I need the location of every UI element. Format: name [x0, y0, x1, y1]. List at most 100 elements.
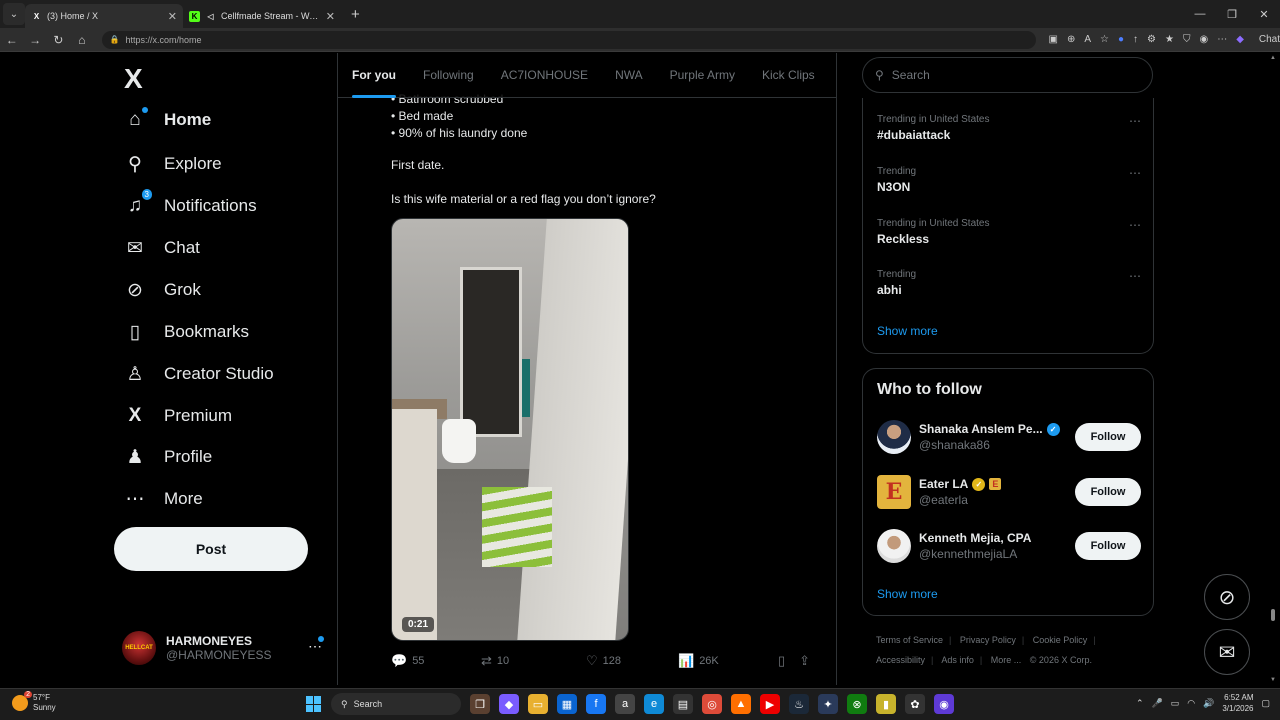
page-scrollbar[interactable]: ▲ ▼ — [1270, 53, 1276, 685]
footer-link[interactable]: Cookie Policy — [1033, 635, 1088, 645]
app-icon[interactable]: ✦ — [818, 694, 838, 714]
sidebar-item-notifications[interactable]: ♫ 3 Notifications — [124, 189, 257, 217]
bookmark-button[interactable]: ▯ — [778, 653, 785, 669]
extensions-icon[interactable]: ⚙ — [1147, 34, 1156, 45]
taskbar-search[interactable]: ⚲ Search — [331, 693, 461, 715]
close-window-icon[interactable]: ✕ — [1248, 8, 1280, 21]
sidebar-item-more[interactable]: ⋯ More — [124, 488, 203, 510]
sidebar-item-home[interactable]: ⌂ Home — [124, 107, 211, 131]
volume-icon[interactable]: 🔊 — [1203, 698, 1214, 709]
copilot-chat-label[interactable]: Chat — [1259, 34, 1280, 45]
trend-item[interactable]: Trending N3ON ⋯ — [877, 166, 1141, 194]
repost-button[interactable]: ⇄ 10 — [481, 653, 586, 669]
xbox-icon[interactable]: ⊗ — [847, 694, 867, 714]
chrome-icon[interactable]: ◎ — [702, 694, 722, 714]
close-tab-icon[interactable]: ✕ — [326, 10, 335, 23]
sidebar-item-grok[interactable]: ⊘ Grok — [124, 279, 201, 301]
shield-icon[interactable]: ⛉ — [1183, 34, 1191, 45]
tab-ac7ionhouse[interactable]: AC7IONHOUSE — [501, 53, 588, 98]
footer-link[interactable]: More ... — [991, 655, 1022, 665]
copilot-icon[interactable]: ◆ — [1236, 34, 1244, 45]
sidebar-item-creator-studio[interactable]: ♙ Creator Studio — [124, 363, 273, 385]
scroll-thumb[interactable] — [1271, 609, 1275, 621]
browser-tab-x-home[interactable]: X (3) Home / X ✕ — [25, 4, 183, 28]
tab-following[interactable]: Following — [423, 53, 474, 98]
trend-item[interactable]: Trending in United States Reckless ⋯ — [877, 218, 1141, 246]
post-button[interactable]: Post — [114, 527, 308, 571]
footer-link[interactable]: Ads info — [941, 655, 974, 665]
notes-icon[interactable]: ▮ — [876, 694, 896, 714]
reply-button[interactable]: 💬 55 — [391, 653, 481, 669]
read-aloud-icon[interactable]: A — [1084, 34, 1091, 45]
favorite-star-icon[interactable]: ☆ — [1100, 34, 1109, 45]
tab-purple-army[interactable]: Purple Army — [670, 53, 735, 98]
calculator-icon[interactable]: ▤ — [673, 694, 693, 714]
tab-actions-button[interactable]: ⌄ — [3, 3, 25, 25]
more-dots-icon[interactable]: ⋯ — [1129, 166, 1141, 180]
zoom-icon[interactable]: ⊕ — [1067, 34, 1075, 45]
tab-nwa[interactable]: NWA — [615, 53, 643, 98]
scroll-up-icon[interactable]: ▲ — [1270, 55, 1276, 61]
views-button[interactable]: 📊 26K — [678, 653, 778, 669]
windows-start-icon[interactable] — [306, 696, 322, 712]
close-tab-icon[interactable]: ✕ — [168, 10, 177, 23]
clock[interactable]: 6:52 AM 3/1/2026 — [1222, 692, 1253, 714]
steam-icon[interactable]: ♨ — [789, 694, 809, 714]
profile-icon[interactable]: ◉ — [1199, 34, 1208, 45]
trend-item[interactable]: Trending in United States #dubaiattack ⋯ — [877, 114, 1141, 142]
trend-item[interactable]: Trending abhi ⋯ — [877, 269, 1141, 297]
account-switcher[interactable]: HELLCAT HARMONEYES @HARMONEYESS ⋯ — [122, 628, 332, 668]
x-logo-icon[interactable]: X — [124, 63, 143, 95]
edge-icon[interactable]: e — [644, 694, 664, 714]
more-dots-icon[interactable]: ⋯ — [1129, 218, 1141, 232]
more-dots-icon[interactable]: ⋯ — [308, 638, 322, 655]
obs-icon[interactable]: ◉ — [934, 694, 954, 714]
refresh-icon[interactable]: ↻ — [47, 33, 70, 47]
home-browser-icon[interactable]: ⌂ — [70, 33, 93, 47]
extension-icon[interactable]: ● — [1118, 34, 1124, 45]
more-dots-icon[interactable]: ⋯ — [1129, 114, 1141, 128]
sidebar-item-explore[interactable]: ⚲ Explore — [124, 153, 222, 175]
scroll-down-icon[interactable]: ▼ — [1270, 677, 1276, 683]
youtube-icon[interactable]: ▶ — [760, 694, 780, 714]
speaker-icon[interactable]: ◁ — [205, 11, 216, 22]
browser-tab-kick[interactable]: K ◁ Cellfmade Stream - Watch Live ✕ — [183, 4, 341, 28]
footer-link[interactable]: Accessibility — [876, 655, 925, 665]
store-icon[interactable]: ▦ — [557, 694, 577, 714]
wifi-icon[interactable]: ◠ — [1187, 698, 1195, 709]
minimize-icon[interactable]: — — [1184, 8, 1216, 20]
share-button[interactable]: ⇪ — [799, 653, 810, 669]
favorites-icon[interactable]: ★ — [1165, 34, 1174, 45]
notifications-tray-icon[interactable]: ▢ — [1261, 698, 1270, 709]
sidebar-item-bookmarks[interactable]: ▯ Bookmarks — [124, 321, 249, 343]
like-button[interactable]: ♡ 128 — [586, 653, 678, 669]
follow-show-more-link[interactable]: Show more — [877, 587, 938, 601]
footer-link[interactable]: Privacy Policy — [960, 635, 1016, 645]
trends-show-more-link[interactable]: Show more — [877, 324, 938, 338]
follow-button[interactable]: Follow — [1075, 532, 1141, 560]
footer-link[interactable]: Terms of Service — [876, 635, 943, 645]
tab-for-you[interactable]: For you — [352, 53, 396, 98]
grok-fab-button[interactable]: ⊘ — [1204, 574, 1250, 620]
sidebar-item-premium[interactable]: X Premium — [124, 405, 232, 427]
chat-fab-button[interactable]: ✉ — [1204, 629, 1250, 675]
extension-pin-icon[interactable]: ↑ — [1133, 34, 1138, 45]
tray-overflow-icon[interactable]: ⌃ — [1136, 698, 1144, 709]
search-input[interactable]: ⚲ Search — [862, 57, 1153, 93]
follow-suggestion[interactable]: Kenneth Mejia, CPA @kennethmejiaLA Follo… — [877, 526, 1141, 566]
app-available-icon[interactable]: ▣ — [1048, 34, 1057, 45]
task-view-icon[interactable]: ❐ — [470, 694, 490, 714]
settings-more-icon[interactable]: ⋯ — [1217, 34, 1227, 45]
tweet-video[interactable]: 0:21 — [391, 218, 629, 641]
microphone-icon[interactable]: 🎤 — [1152, 698, 1163, 709]
follow-button[interactable]: Follow — [1075, 478, 1141, 506]
tab-kick-clips[interactable]: Kick Clips — [762, 53, 815, 98]
display-icon[interactable]: ▭ — [1171, 698, 1180, 709]
file-explorer-icon[interactable]: ▭ — [528, 694, 548, 714]
follow-button[interactable]: Follow — [1075, 423, 1141, 451]
more-dots-icon[interactable]: ⋯ — [1129, 269, 1141, 283]
sidebar-item-chat[interactable]: ✉ Chat — [124, 237, 200, 259]
forward-icon[interactable]: → — [23, 33, 46, 47]
weather-widget[interactable]: 2 57°F Sunny — [12, 691, 56, 713]
follow-suggestion[interactable]: E Eater LA ✓ E @eaterla Follow — [877, 472, 1141, 512]
